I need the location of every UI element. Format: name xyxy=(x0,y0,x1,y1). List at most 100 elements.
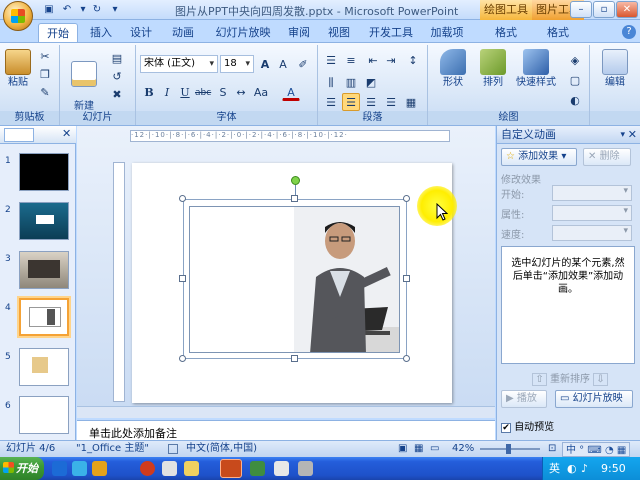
shape-outline-icon[interactable]: ▢ xyxy=(566,71,584,89)
office-button[interactable] xyxy=(3,1,33,31)
start-combo[interactable] xyxy=(552,185,632,201)
app-icon[interactable] xyxy=(162,461,177,476)
quick-styles-button[interactable]: 快速样式 xyxy=(514,49,558,89)
spellcheck-icon[interactable] xyxy=(168,444,178,454)
close-icon[interactable]: ✕ xyxy=(628,126,637,144)
tab-addins[interactable]: 加载项 xyxy=(426,23,468,42)
play-button[interactable]: ▶ 播放 xyxy=(501,390,547,408)
numbering-icon[interactable]: ≡ xyxy=(342,51,360,69)
slide-thumbnail-4[interactable] xyxy=(19,298,69,336)
slideshow-view-icon[interactable]: ▭ xyxy=(430,441,439,457)
autopreview-checkbox[interactable]: ✔ 自动预览 xyxy=(501,418,554,433)
decrease-indent-icon[interactable]: ⇤ xyxy=(364,51,382,69)
redo-icon[interactable]: ↻ xyxy=(90,3,104,16)
minimize-button[interactable]: – xyxy=(570,1,592,18)
tab-animations[interactable]: 动画 xyxy=(164,23,202,42)
chevron-down-icon[interactable]: ▾ xyxy=(76,3,90,16)
resize-handle-nw[interactable] xyxy=(179,195,186,202)
clear-format-icon[interactable]: ✐ xyxy=(294,55,312,73)
tab-review[interactable]: 审阅 xyxy=(282,23,316,42)
notes-pane[interactable]: 单击此处添加备注 xyxy=(77,420,495,440)
tab-design[interactable]: 设计 xyxy=(124,23,158,42)
tab-format-picture[interactable]: 格式 xyxy=(538,23,578,42)
ime-toolbar[interactable]: 中 ° ⌨ ◔ ▦ xyxy=(562,442,631,457)
sorter-view-icon[interactable]: ▦ xyxy=(414,441,423,457)
move-up-icon[interactable]: ⇧ xyxy=(532,373,547,386)
horizontal-scrollbar[interactable] xyxy=(77,406,495,418)
align-center-icon[interactable]: ☰ xyxy=(342,93,360,111)
pane-menu-icon[interactable]: ▾ xyxy=(620,126,625,144)
slide-thumbnail-6[interactable] xyxy=(19,396,69,434)
maximize-button[interactable]: ▫ xyxy=(593,1,615,18)
help-icon[interactable]: ? xyxy=(622,25,636,39)
resize-handle-sw[interactable] xyxy=(179,355,186,362)
shrink-font-icon[interactable]: A xyxy=(274,55,292,73)
strikethrough-icon[interactable]: abc xyxy=(194,83,212,101)
paste-button[interactable]: 粘贴 xyxy=(4,49,32,89)
editing-button[interactable]: 编辑 xyxy=(596,49,634,89)
save-icon[interactable]: ▣ xyxy=(42,3,56,16)
slide-thumbnail-2[interactable] xyxy=(19,202,69,240)
shape-fill-icon[interactable]: ◈ xyxy=(566,51,584,69)
resize-handle-se[interactable] xyxy=(403,355,410,362)
move-down-icon[interactable]: ⇩ xyxy=(593,373,608,386)
close-icon[interactable]: ✕ xyxy=(62,127,71,140)
text-direction-icon[interactable]: ⫼ xyxy=(322,73,340,91)
slide-thumbnail-5[interactable] xyxy=(19,348,69,386)
language-indicator[interactable]: 中文(简体,中国) xyxy=(186,441,257,457)
tab-view[interactable]: 视图 xyxy=(322,23,356,42)
align-left-icon[interactable]: ☰ xyxy=(322,93,340,111)
align-right-icon[interactable]: ☰ xyxy=(362,93,380,111)
smartart-icon[interactable]: ◩ xyxy=(362,73,380,91)
underline-icon[interactable]: U xyxy=(176,83,194,101)
resize-handle-w[interactable] xyxy=(179,275,186,282)
volume-icon[interactable]: ♪ xyxy=(581,457,588,480)
add-effect-button[interactable]: ☆ 添加效果 ▾ xyxy=(501,148,577,166)
tab-slideshow[interactable]: 幻灯片放映 xyxy=(210,23,276,42)
shapes-button[interactable]: 形状 xyxy=(436,49,470,89)
font-name-combo[interactable]: 宋体 (正文) xyxy=(140,55,218,73)
rotation-handle[interactable] xyxy=(291,176,300,185)
app-icon[interactable] xyxy=(250,461,265,476)
font-size-combo[interactable]: 18 xyxy=(220,55,254,73)
resize-handle-ne[interactable] xyxy=(403,195,410,202)
remove-button[interactable]: ✕ 删除 xyxy=(583,148,631,166)
app-icon[interactable] xyxy=(184,461,199,476)
reset-icon[interactable]: ↺ xyxy=(108,67,126,85)
tab-insert[interactable]: 插入 xyxy=(84,23,118,42)
slideshow-button[interactable]: ▭ 幻灯片放映 xyxy=(555,390,633,408)
property-combo[interactable] xyxy=(552,205,632,221)
line-spacing-icon[interactable]: ↕ xyxy=(404,51,422,69)
undo-icon[interactable]: ↶ xyxy=(60,3,74,16)
speed-combo[interactable] xyxy=(552,225,632,241)
app-icon[interactable] xyxy=(298,461,313,476)
grow-font-icon[interactable]: A xyxy=(256,55,274,73)
align-text-icon[interactable]: ▥ xyxy=(342,73,360,91)
bold-icon[interactable]: B xyxy=(140,83,158,101)
zoom-slider-thumb[interactable] xyxy=(506,444,511,454)
justify-icon[interactable]: ☰ xyxy=(382,93,400,111)
tray-icon[interactable]: ◐ xyxy=(567,457,577,480)
start-button[interactable]: 开始 xyxy=(0,457,44,480)
shape-effects-icon[interactable]: ◐ xyxy=(566,91,584,109)
tab-outline-view[interactable] xyxy=(38,128,56,142)
ime-indicator[interactable]: 英 xyxy=(549,457,560,480)
theme-name[interactable]: "1_Office 主题" xyxy=(76,441,149,457)
normal-view-icon[interactable]: ▣ xyxy=(398,441,407,457)
resize-handle-s[interactable] xyxy=(291,355,298,362)
close-button[interactable]: ✕ xyxy=(616,1,638,18)
change-case-icon[interactable]: Aa xyxy=(250,83,272,101)
customize-toolbar-icon[interactable]: ▾ xyxy=(108,3,122,16)
font-color-icon[interactable]: A xyxy=(282,83,300,101)
tab-slides-view[interactable] xyxy=(4,128,34,142)
resize-handle-n[interactable] xyxy=(291,195,298,202)
resize-handle-e[interactable] xyxy=(403,275,410,282)
slide-thumbnail-1[interactable] xyxy=(19,153,69,191)
italic-icon[interactable]: I xyxy=(158,83,176,101)
desktop-icon[interactable] xyxy=(72,461,87,476)
ie-icon[interactable] xyxy=(52,461,67,476)
shadow-icon[interactable]: S xyxy=(214,83,232,101)
powerpoint-taskbar-icon[interactable] xyxy=(220,459,242,478)
copy-icon[interactable]: ❐ xyxy=(36,65,54,83)
increase-indent-icon[interactable]: ⇥ xyxy=(382,51,400,69)
